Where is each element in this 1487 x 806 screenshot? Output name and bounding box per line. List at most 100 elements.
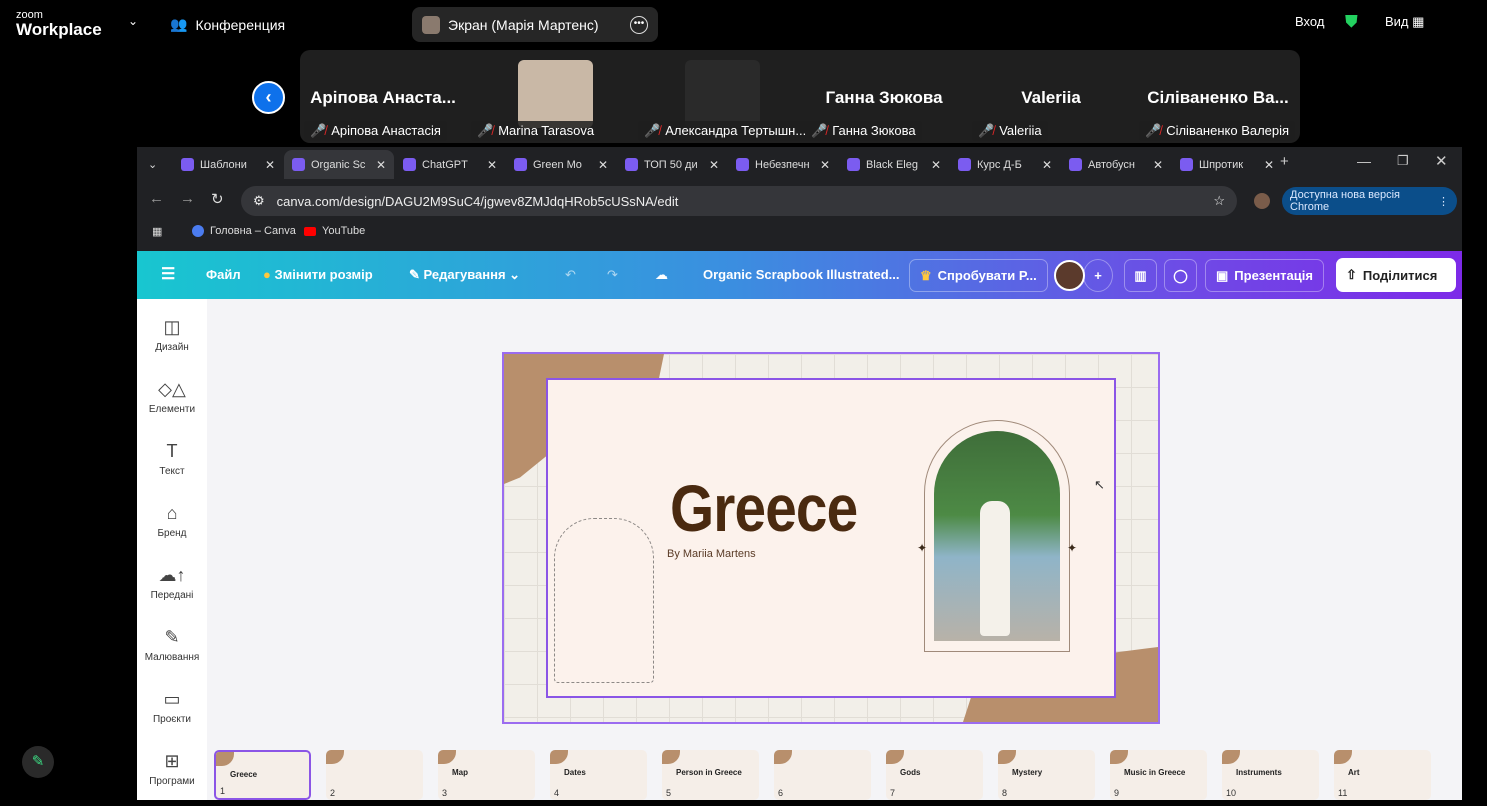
close-tab-icon[interactable]: ✕ [1264, 158, 1274, 172]
resize-button[interactable]: ● Змінити розмір [263, 267, 373, 282]
canva-editor: ☰ Файл ● Змінити розмір ✎ Редагування ⌄ … [137, 251, 1462, 800]
browser-tab[interactable]: Green Mo ✕ [506, 150, 616, 179]
slide-thumbnail[interactable]: Greece 1 [214, 750, 311, 800]
forward-icon[interactable]: → [180, 190, 195, 207]
slide-title[interactable]: Greece [670, 470, 858, 546]
shield-check-icon[interactable]: ⛊ [1345, 12, 1358, 32]
avatar [422, 15, 440, 34]
try-pro-button[interactable]: ♛ Спробувати P... [909, 259, 1048, 292]
view-button[interactable]: Вид ▦ [1385, 14, 1424, 30]
favicon-icon [958, 158, 971, 171]
new-tab-button[interactable]: + [1280, 153, 1289, 170]
close-tab-icon[interactable]: ✕ [487, 158, 497, 172]
star-icon[interactable]: ☆ [1213, 193, 1225, 209]
close-tab-icon[interactable]: ✕ [1153, 158, 1163, 172]
close-tab-icon[interactable]: ✕ [820, 158, 830, 172]
cloud-saved-icon[interactable]: ☁ [655, 267, 668, 283]
restore-button[interactable]: ❐ [1397, 153, 1409, 169]
prev-participants-button[interactable]: ‹ [252, 81, 285, 114]
browser-tab[interactable]: Black Eleg ✕ [839, 150, 949, 179]
slide-thumbnail[interactable]: 6 [774, 750, 871, 800]
close-tab-icon[interactable]: ✕ [598, 158, 608, 172]
back-icon[interactable]: ← [149, 190, 164, 207]
slide-thumbnail[interactable]: Person in Greece 5 [662, 750, 759, 800]
sidebar-icon: ▭ [163, 689, 181, 709]
slide-thumbnail[interactable]: Map 3 [438, 750, 535, 800]
selection-frame[interactable]: Greece By Mariia Martens ✦ ✦ [546, 378, 1116, 698]
favicon-icon [847, 158, 860, 171]
participant-video [685, 60, 761, 128]
close-tab-icon[interactable]: ✕ [376, 158, 386, 172]
slide-thumbnail[interactable]: 2 [326, 750, 423, 800]
close-tab-icon[interactable]: ✕ [265, 158, 275, 172]
participant-tile[interactable]: Сіліваненко Ва... 🎤̸ Сіліваненко Валерія [1135, 50, 1301, 143]
browser-tab[interactable]: Курс Д-Б ✕ [950, 150, 1060, 179]
site-info-icon[interactable]: ⚙ [253, 193, 265, 209]
screen-share-pill[interactable]: Экран (Марія Мартенс) ••• [412, 7, 658, 42]
reload-icon[interactable]: ↻ [211, 190, 224, 208]
slide-thumbnail[interactable]: Mystery 8 [998, 750, 1095, 800]
browser-tab[interactable]: Автобусн ✕ [1061, 150, 1171, 179]
sidebar-item[interactable]: ⌂ Бренд [137, 503, 207, 539]
sidebar-item[interactable]: T Текст [137, 441, 207, 477]
slide-thumbnail[interactable]: Instruments 10 [1222, 750, 1319, 800]
participant-video [518, 60, 594, 128]
apps-icon[interactable]: ▦ [152, 225, 162, 238]
mic-muted-icon: 🎤̸ [310, 123, 327, 138]
sidebar-item[interactable]: ☁↑ Передані [137, 565, 207, 601]
close-window-button[interactable]: ✕ [1435, 152, 1448, 170]
sidebar-item[interactable]: ▭ Проєкти [137, 689, 207, 725]
participant-tile[interactable]: 🎤̸ Александра Тертышн... [634, 50, 813, 143]
sidebar-item[interactable]: ◫ Дизайн [137, 317, 207, 353]
close-tab-icon[interactable]: ✕ [709, 158, 719, 172]
document-title[interactable]: Organic Scrapbook Illustrated... [703, 267, 900, 282]
browser-tab[interactable]: Шпротик ✕ [1172, 150, 1282, 179]
participant-tile[interactable]: Valeriia 🎤̸ Valeriia [968, 50, 1134, 143]
menu-icon[interactable]: ☰ [161, 264, 175, 284]
profile-avatar[interactable] [1254, 193, 1270, 209]
close-tab-icon[interactable]: ✕ [1042, 158, 1052, 172]
share-button[interactable]: ⇧ Поділитися [1336, 258, 1456, 292]
close-tab-icon[interactable]: ✕ [931, 158, 941, 172]
browser-tab[interactable]: Небезпечн ✕ [728, 150, 838, 179]
slide-thumbnail[interactable]: Dates 4 [550, 750, 647, 800]
chevron-down-icon[interactable]: ⌄ [128, 14, 138, 28]
undo-icon[interactable]: ↶ [565, 267, 576, 283]
browser-tab[interactable]: Organic Sc ✕ [284, 150, 394, 179]
tab-search-button[interactable]: ⌄ [142, 150, 168, 179]
browser-tab[interactable]: ТОП 50 ди ✕ [617, 150, 727, 179]
meeting-menu[interactable]: 👥 Конференция [170, 16, 285, 33]
bookmark-youtube[interactable]: YouTube [304, 225, 365, 237]
redo-icon[interactable]: ↷ [607, 267, 618, 283]
sidebar-item[interactable]: ✎ Малювання [137, 627, 207, 663]
slide-canvas[interactable]: Greece By Mariia Martens ✦ ✦ [502, 352, 1160, 724]
browser-tab[interactable]: Шаблони ✕ [173, 150, 283, 179]
browser-tab[interactable]: ChatGPT ✕ [395, 150, 505, 179]
participant-tile[interactable]: 🎤̸ Marina Tarasova [467, 50, 633, 143]
participant-tile[interactable]: Аріпова Анаста... 🎤̸ Аріпова Анастасія [300, 50, 466, 143]
add-collaborator-button[interactable]: + [1083, 259, 1113, 292]
chrome-update-button[interactable]: Доступна нова версія Chrome ⋮ [1282, 187, 1457, 215]
minimize-button[interactable]: — [1357, 153, 1371, 169]
comment-icon[interactable]: ◯ [1164, 259, 1197, 292]
annotate-pen-icon[interactable]: ✎ [22, 746, 54, 778]
collaborator-avatar[interactable] [1054, 260, 1085, 291]
favicon-icon [625, 158, 638, 171]
favicon-icon [181, 158, 194, 171]
insights-icon[interactable]: ▥ [1124, 259, 1157, 292]
editing-dropdown[interactable]: ✎ Редагування ⌄ [409, 267, 520, 283]
slide-byline[interactable]: By Mariia Martens [667, 548, 756, 560]
slide-thumbnail[interactable]: Gods 7 [886, 750, 983, 800]
bookmark-canva[interactable]: Головна – Canva [192, 225, 296, 237]
address-bar[interactable]: ⚙ canva.com/design/DAGU2M9SuC4/jgwev8ZMJd… [241, 186, 1237, 216]
sidebar-item[interactable]: ◇△ Елементи [137, 379, 207, 415]
present-button[interactable]: ▣ Презентація [1205, 259, 1324, 292]
file-menu[interactable]: Файл [206, 267, 241, 282]
participant-tile[interactable]: Ганна Зюкова 🎤̸ Ганна Зюкова [801, 50, 967, 143]
slide-thumbnail[interactable]: Music in Greece 9 [1110, 750, 1207, 800]
more-icon[interactable]: ••• [630, 15, 648, 34]
slide-thumbnail[interactable]: Art 11 [1334, 750, 1431, 800]
arch-photo-frame[interactable]: ✦ ✦ [917, 420, 1077, 652]
sidebar-item[interactable]: ⊞ Програми [137, 751, 207, 787]
signin-button[interactable]: Вход [1295, 14, 1324, 29]
